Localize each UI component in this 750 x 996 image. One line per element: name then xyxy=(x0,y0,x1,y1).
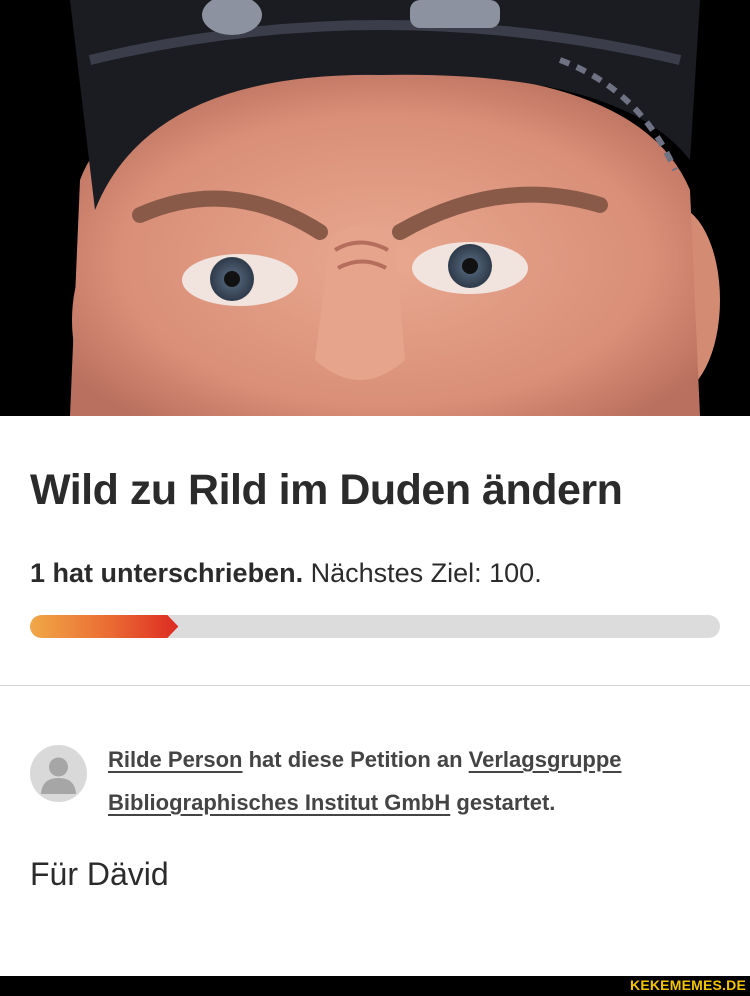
next-goal-label: Nächstes Ziel: 100. xyxy=(310,558,542,588)
divider xyxy=(0,685,750,686)
watermark: KEKEMEMES.DE xyxy=(630,977,746,993)
user-silhouette-icon xyxy=(41,757,76,794)
face-photo-illustration xyxy=(0,0,750,416)
signatures-label: 1 hat unterschrieben. xyxy=(30,558,304,588)
petition-body: Für Dävid xyxy=(30,856,169,892)
signature-count: 1 hat unterschrieben. Nächstes Ziel: 100… xyxy=(30,558,542,589)
starter-link[interactable]: Rilde Person xyxy=(108,747,242,772)
signature-progress-bar xyxy=(30,615,720,638)
progress-fill xyxy=(30,615,178,638)
petition-starter-info: Rilde Person hat diese Petition an Verla… xyxy=(108,738,718,824)
petition-title: Wild zu Rild im Duden ändern xyxy=(30,466,623,514)
avatar[interactable] xyxy=(30,745,87,802)
starter-text-end: gestartet. xyxy=(456,790,556,815)
starter-text-mid: hat diese Petition an xyxy=(248,747,463,772)
petition-photo xyxy=(0,0,750,416)
